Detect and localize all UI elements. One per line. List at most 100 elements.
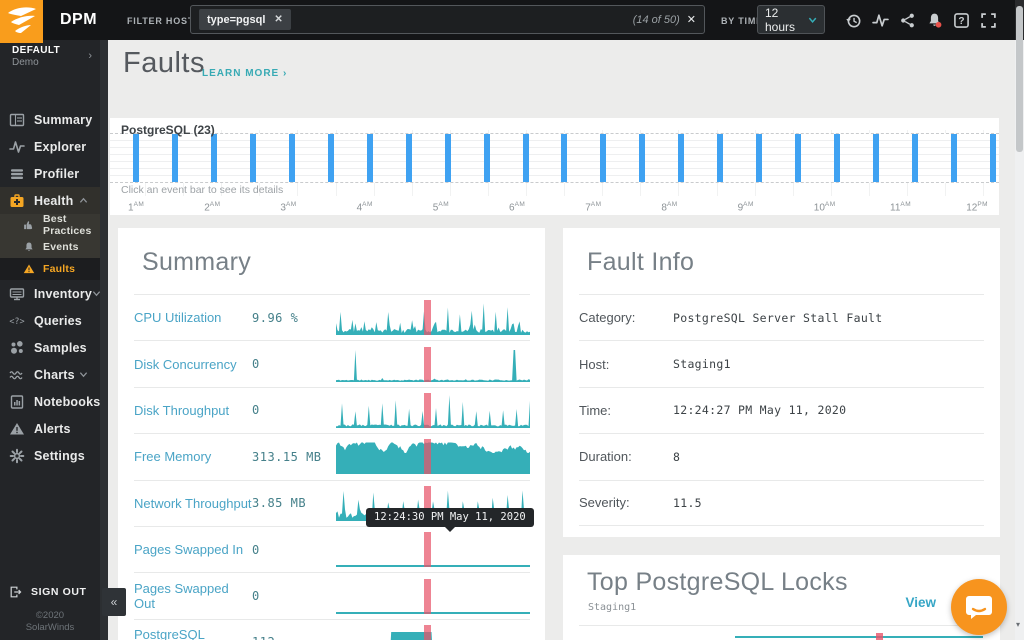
sparkline[interactable] (336, 625, 530, 640)
sidebar-item-label: Events (43, 241, 79, 253)
sidebar-item-events[interactable]: Events (0, 236, 100, 258)
summary-row-pages-swapped-out: Pages Swapped Out0 (134, 572, 530, 618)
sparkline[interactable] (336, 347, 530, 382)
fault-info-rows: Category:PostgreSQL Server Stall FaultHo… (563, 294, 1000, 526)
event-bar[interactable] (484, 134, 490, 182)
bell-icon (23, 241, 36, 254)
sidebar-item-label: Health (34, 194, 73, 208)
event-bar[interactable] (406, 134, 412, 182)
axis-tick: 9AM (738, 201, 754, 213)
pulse-icon[interactable] (870, 10, 890, 30)
sidebar-item-notebooks[interactable]: Notebooks (0, 388, 100, 415)
dots-icon (9, 339, 26, 356)
event-bar[interactable] (561, 134, 567, 182)
event-bar[interactable] (445, 134, 451, 182)
metric-link[interactable]: Disk Concurrency (134, 357, 252, 372)
event-bar[interactable] (678, 134, 684, 182)
host-filter-input[interactable]: type=pgsql ✕ (14 of 50) ✕ (190, 5, 705, 34)
share-icon[interactable] (897, 10, 917, 30)
sparkline[interactable] (336, 300, 530, 335)
metric-link[interactable]: Free Memory (134, 449, 252, 464)
learn-more-link[interactable]: LEARN MORE › (202, 68, 287, 79)
pulse-icon (9, 138, 26, 155)
sign-out-button[interactable]: SIGN OUT « (0, 578, 100, 606)
fault-band (876, 633, 883, 640)
scrollbar-thumb[interactable] (1016, 6, 1023, 152)
sidebar-footer: SIGN OUT « ©2020 SolarWinds (0, 578, 100, 640)
filter-tag-close-icon[interactable]: ✕ (274, 14, 282, 25)
sidebar-item-faults[interactable]: Faults (0, 258, 100, 280)
environment-switcher[interactable]: DEFAULT Demo › (0, 40, 108, 68)
sparkline[interactable] (336, 439, 530, 474)
chevron-down-icon (79, 366, 88, 384)
notifications-icon[interactable] (924, 10, 944, 30)
sparkline[interactable] (336, 579, 530, 614)
event-bar[interactable] (133, 134, 139, 182)
event-bar[interactable] (834, 134, 840, 182)
event-bar[interactable] (328, 134, 334, 182)
event-bar[interactable] (250, 134, 256, 182)
event-bar[interactable] (367, 134, 373, 182)
page-scrollbar[interactable]: ▾ (1015, 0, 1024, 640)
metric-value: 0 (252, 589, 336, 603)
time-range-select[interactable]: 12 hours (757, 5, 825, 34)
metric-link[interactable]: PostgreSQL Concurrency (134, 627, 252, 640)
sidebar-item-queries[interactable]: <?>Queries (0, 307, 100, 334)
event-bar[interactable] (211, 134, 217, 182)
fullscreen-icon[interactable] (978, 10, 998, 30)
event-bar[interactable] (990, 134, 996, 182)
axis-tick: 1AM (128, 201, 144, 213)
sidebar-item-explorer[interactable]: Explorer (0, 133, 100, 160)
history-icon[interactable] (843, 10, 863, 30)
fault-info-value: 8 (673, 450, 680, 464)
event-bar[interactable] (717, 134, 723, 182)
metric-value: 3.85 MB (252, 496, 336, 510)
event-bar[interactable] (289, 134, 295, 182)
waves-icon (9, 366, 26, 383)
event-bar[interactable] (600, 134, 606, 182)
metric-link[interactable]: Network Throughput (134, 496, 252, 511)
sidebar-item-profiler[interactable]: Profiler (0, 160, 100, 187)
event-bar[interactable] (873, 134, 879, 182)
sidebar-item-inventory[interactable]: Inventory (0, 280, 100, 307)
metric-link[interactable]: Pages Swapped Out (134, 581, 252, 611)
sidebar-item-charts[interactable]: Charts (0, 361, 100, 388)
sidebar-item-samples[interactable]: Samples (0, 334, 100, 361)
fault-info-row-time-: Time:12:24:27 PM May 11, 2020 (579, 387, 984, 433)
event-bar[interactable] (172, 134, 178, 182)
sidebar-item-summary[interactable]: Summary (0, 106, 100, 133)
view-link[interactable]: View (905, 595, 936, 610)
metric-value: 112 (252, 635, 336, 640)
sidebar-item-label: Summary (34, 113, 92, 127)
solarwinds-logo[interactable] (0, 0, 43, 43)
fault-band (424, 393, 431, 428)
sign-out-label: SIGN OUT (31, 586, 87, 598)
events-timeline-panel: PostgreSQL (23) Click an event bar to se… (110, 118, 999, 215)
sidebar-item-health[interactable]: Health (0, 187, 100, 214)
gear-icon (9, 447, 26, 464)
event-bar[interactable] (756, 134, 762, 182)
metric-value: 0 (252, 403, 336, 417)
sidebar-item-alerts[interactable]: Alerts (0, 415, 100, 442)
sidebar-collapse-button[interactable]: « (102, 588, 126, 616)
sidebar-item-settings[interactable]: Settings (0, 442, 100, 469)
event-bar[interactable] (912, 134, 918, 182)
scrollbar-arrow-icon[interactable]: ▾ (1016, 620, 1020, 629)
grid-icon (9, 111, 26, 128)
event-bar[interactable] (639, 134, 645, 182)
summary-rows: CPU Utilization9.96 %Disk Concurrency0Di… (118, 294, 545, 640)
metric-link[interactable]: Pages Swapped In (134, 542, 252, 557)
event-bar[interactable] (795, 134, 801, 182)
chat-support-button[interactable] (951, 579, 1007, 635)
metric-link[interactable]: CPU Utilization (134, 310, 252, 325)
filter-tag[interactable]: type=pgsql ✕ (199, 9, 291, 30)
filter-clear-icon[interactable]: ✕ (687, 13, 696, 26)
event-bar[interactable] (951, 134, 957, 182)
sparkline[interactable] (336, 532, 530, 567)
sidebar-item-best-practices[interactable]: Best Practices (0, 214, 100, 236)
help-icon[interactable]: ? (951, 10, 971, 30)
metric-link[interactable]: Disk Throughput (134, 403, 252, 418)
axis-tick: 11AM (890, 201, 911, 213)
event-bar[interactable] (523, 134, 529, 182)
sparkline[interactable] (336, 393, 530, 428)
